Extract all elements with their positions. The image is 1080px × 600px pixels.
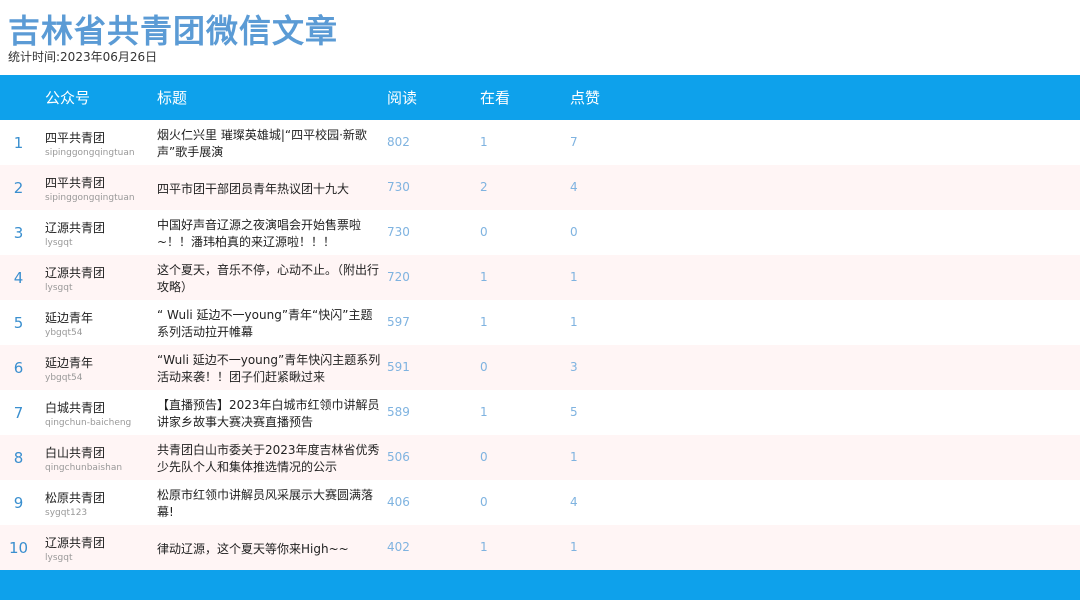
table-row[interactable]: 5 延边青年 ybgqt54 “ Wuli 延边不一young”青年“快闪”主题…: [0, 300, 1080, 345]
header-account: 公众号: [45, 89, 91, 107]
table-row[interactable]: 6 延边青年 ybgqt54 “Wuli 延边不一young”青年快闪主题系列活…: [0, 345, 1080, 390]
look-count: 1: [480, 405, 488, 419]
table-row[interactable]: 1 四平共青团 sipinggongqingtuan 烟火仁兴里 璀璨英雄城|“…: [0, 120, 1080, 165]
rank: 4: [13, 269, 24, 287]
like-count: 7: [570, 135, 578, 149]
look-count: 0: [480, 450, 488, 464]
read-count: 589: [387, 405, 410, 419]
read-count: 506: [387, 450, 410, 464]
account-name: 松原共青团: [45, 491, 106, 505]
page: 吉林省共青团微信文章 统计时间:2023年06月26日 公众号 标题 阅读 在看…: [0, 0, 1080, 600]
like-count: 1: [570, 540, 578, 554]
read-count: 597: [387, 315, 410, 329]
like-count: 0: [570, 225, 578, 239]
account-id: ybgqt54: [45, 328, 83, 338]
article-title-link[interactable]: “ Wuli 延边不一young”青年“快闪”主题系列活动拉开帷幕: [157, 306, 382, 342]
read-count: 402: [387, 540, 410, 554]
header-read: 阅读: [387, 89, 418, 107]
table-row[interactable]: 7 白城共青团 qingchun-baicheng 【直播预告】2023年白城市…: [0, 390, 1080, 435]
header-look: 在看: [480, 89, 511, 107]
table-row[interactable]: 2 四平共青团 sipinggongqingtuan 四平市团干部团员青年热议团…: [0, 165, 1080, 210]
read-count: 802: [387, 135, 410, 149]
read-count: 591: [387, 360, 410, 374]
rank: 9: [13, 494, 24, 512]
look-count: 2: [480, 180, 488, 194]
account-name: 辽源共青团: [45, 221, 106, 235]
article-title-link[interactable]: 律动辽源，这个夏天等你来High~~: [157, 531, 382, 567]
account-name: 四平共青团: [45, 176, 106, 190]
table-body: 1 四平共青团 sipinggongqingtuan 烟火仁兴里 璀璨英雄城|“…: [0, 120, 1080, 570]
footer-bar: [0, 570, 1080, 600]
article-title-link[interactable]: 四平市团干部团员青年热议团十九大: [157, 171, 382, 207]
look-count: 1: [480, 315, 488, 329]
table-row[interactable]: 8 白山共青团 qingchunbaishan 共青团白山市委关于2023年度吉…: [0, 435, 1080, 480]
rank: 6: [13, 359, 24, 377]
account-id: qingchunbaishan: [45, 463, 123, 473]
like-count: 3: [570, 360, 578, 374]
rank: 7: [13, 404, 24, 422]
rank: 2: [13, 179, 24, 197]
account-name: 白城共青团: [45, 401, 106, 415]
table-row[interactable]: 4 辽源共青团 lysgqt 这个夏天，音乐不停，心动不止。（附出行攻略） 72…: [0, 255, 1080, 300]
rank: 1: [13, 134, 24, 152]
look-count: 0: [480, 360, 488, 374]
like-count: 1: [570, 315, 578, 329]
account-name: 延边青年: [45, 311, 94, 325]
like-count: 4: [570, 180, 578, 194]
table-row[interactable]: 10 辽源共青团 lysgqt 律动辽源，这个夏天等你来High~~ 402 1…: [0, 525, 1080, 570]
look-count: 0: [480, 225, 488, 239]
account-id: lysgqt: [45, 553, 73, 563]
article-title-link[interactable]: 共青团白山市委关于2023年度吉林省优秀少先队个人和集体推选情况的公示: [157, 441, 382, 477]
table-header: 公众号 标题 阅读 在看 点赞: [0, 75, 1080, 120]
like-count: 1: [570, 270, 578, 284]
look-count: 0: [480, 495, 488, 509]
rank: 3: [13, 224, 24, 242]
article-title-link[interactable]: 烟火仁兴里 璀璨英雄城|“四平校园·新歌声”歌手展演: [157, 126, 382, 162]
article-title-link[interactable]: 这个夏天，音乐不停，心动不止。（附出行攻略）: [157, 261, 382, 297]
like-count: 5: [570, 405, 578, 419]
like-count: 4: [570, 495, 578, 509]
rank: 5: [13, 314, 24, 332]
header-title: 标题: [157, 89, 188, 107]
account-id: lysgqt: [45, 283, 73, 293]
account-name: 四平共青团: [45, 131, 106, 145]
article-title-link[interactable]: 【直播预告】2023年白城市红领巾讲解员讲家乡故事大赛决赛直播预告: [157, 396, 382, 432]
account-name: 延边青年: [45, 356, 94, 370]
look-count: 1: [480, 270, 488, 284]
article-title-link[interactable]: 松原市红领巾讲解员风采展示大赛圆满落幕!: [157, 486, 382, 522]
read-count: 730: [387, 225, 410, 239]
account-id: sygqt123: [45, 508, 88, 518]
read-count: 406: [387, 495, 410, 509]
look-count: 1: [480, 135, 488, 149]
rank: 8: [13, 449, 24, 467]
article-title-link[interactable]: 中国好声音辽源之夜演唱会开始售票啦~！！潘玮柏真的来辽源啦！！！: [157, 216, 382, 252]
account-name: 白山共青团: [45, 446, 106, 460]
like-count: 1: [570, 450, 578, 464]
account-id: sipinggongqingtuan: [45, 193, 135, 203]
account-id: lysgqt: [45, 238, 73, 248]
table-row[interactable]: 3 辽源共青团 lysgqt 中国好声音辽源之夜演唱会开始售票啦~！！潘玮柏真的…: [0, 210, 1080, 255]
read-count: 730: [387, 180, 410, 194]
account-name: 辽源共青团: [45, 266, 106, 280]
article-title-link[interactable]: “Wuli 延边不一young”青年快闪主题系列活动来袭！！团子们赶紧瞅过来: [157, 351, 382, 387]
look-count: 1: [480, 540, 488, 554]
account-id: ybgqt54: [45, 373, 83, 383]
page-title: 吉林省共青团微信文章: [8, 12, 339, 50]
table-row[interactable]: 9 松原共青团 sygqt123 松原市红领巾讲解员风采展示大赛圆满落幕! 40…: [0, 480, 1080, 525]
account-id: sipinggongqingtuan: [45, 148, 135, 158]
read-count: 720: [387, 270, 410, 284]
stats-date: 统计时间:2023年06月26日: [8, 50, 158, 64]
rank: 10: [8, 539, 29, 557]
account-id: qingchun-baicheng: [45, 418, 132, 428]
header-like: 点赞: [570, 89, 601, 107]
account-name: 辽源共青团: [45, 536, 106, 550]
